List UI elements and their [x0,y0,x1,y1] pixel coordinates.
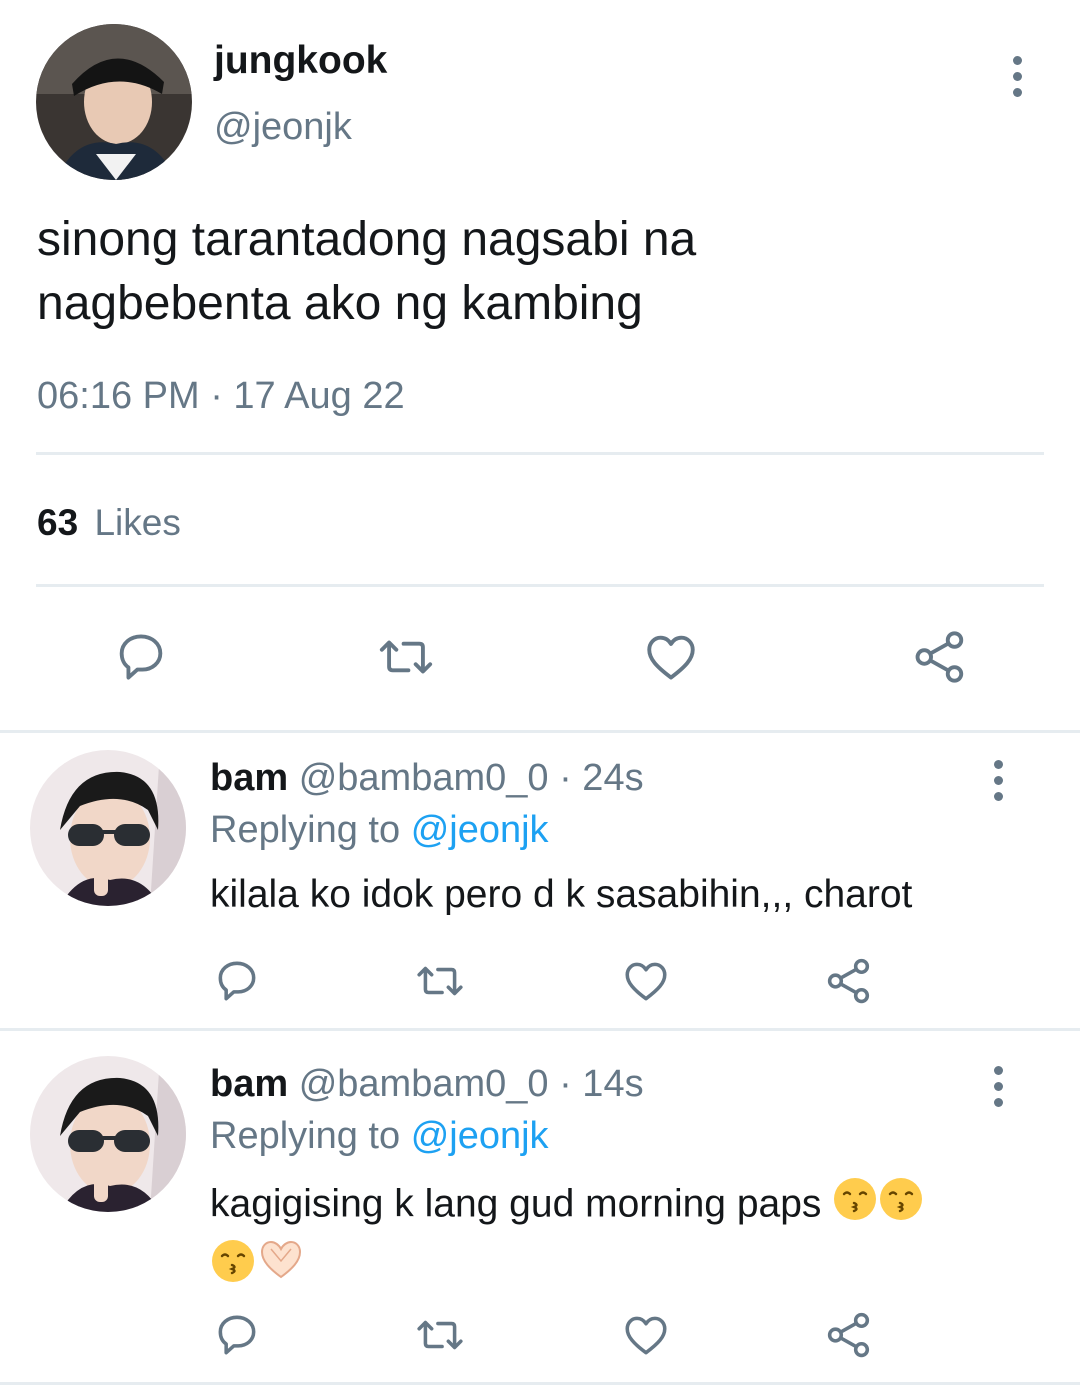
reply-text-body: kagigising k lang gud morning paps [210,1182,822,1226]
reply-icon[interactable] [212,956,262,1006]
reply-header: bam @bambam0_0 · 14s [210,1062,644,1106]
main-timestamp[interactable]: 06:16 PM · 17 Aug 22 [37,374,405,418]
like-icon[interactable] [620,1310,672,1360]
replying-to-label: Replying to [210,1115,401,1157]
like-icon[interactable] [620,956,672,1006]
replying-to: Replying to @jeonjk [210,808,549,852]
share-icon[interactable] [824,1310,874,1360]
reply-more-icon[interactable] [988,1066,1008,1107]
divider [36,584,1044,587]
reply-display-name[interactable]: bam [210,757,288,799]
section-divider [0,1028,1080,1031]
kissing-face-icon [878,1176,924,1236]
replying-to: Replying to @jeonjk [210,1114,549,1158]
share-icon[interactable] [910,628,970,686]
reply-display-name[interactable]: bam [210,1063,288,1105]
section-divider [0,730,1080,733]
replying-to-handle[interactable]: @jeonjk [411,1115,549,1157]
likes-label: Likes [94,502,181,543]
section-divider [0,1382,1080,1385]
kissing-face-icon [832,1176,878,1236]
replying-to-handle[interactable]: @jeonjk [411,809,549,851]
kissing-face-icon [210,1238,256,1298]
retweet-icon[interactable] [373,628,439,686]
like-icon[interactable] [640,628,702,686]
retweet-icon[interactable] [412,956,468,1006]
likes-count: 63 [37,502,79,543]
main-handle[interactable]: @jeonjk [214,106,352,148]
reply-avatar[interactable] [30,1056,186,1212]
retweet-icon[interactable] [412,1310,468,1360]
reply-text: kagigising k lang gud morning paps [210,1176,1010,1298]
main-more-icon[interactable] [1007,56,1027,97]
heart-hands-icon [256,1237,306,1297]
reply-more-icon[interactable] [988,760,1008,801]
reply-handle[interactable]: @bambam0_0 [299,757,549,799]
reply-time[interactable]: · 24s [559,757,643,799]
reply-time[interactable]: · 14s [559,1063,643,1105]
likes-summary[interactable]: 63 Likes [37,502,181,544]
main-tweet-text: sinong tarantadong nagsabi na nagbebenta… [37,208,1037,336]
main-avatar[interactable] [36,24,192,180]
share-icon[interactable] [824,956,874,1006]
reply-text: kilala ko idok pero d k sasabihin,,, cha… [210,873,913,916]
replying-to-label: Replying to [210,809,401,851]
reply-handle[interactable]: @bambam0_0 [299,1063,549,1105]
reply-icon[interactable] [112,628,170,686]
main-tweet-text-line1: sinong tarantadong nagsabi na [37,213,697,266]
main-tweet-text-line2: nagbebenta ako ng kambing [37,277,643,330]
main-display-name[interactable]: jungkook [214,40,387,82]
divider [36,452,1044,455]
reply-header: bam @bambam0_0 · 24s [210,756,644,800]
reply-avatar[interactable] [30,750,186,906]
reply-icon[interactable] [212,1310,262,1360]
